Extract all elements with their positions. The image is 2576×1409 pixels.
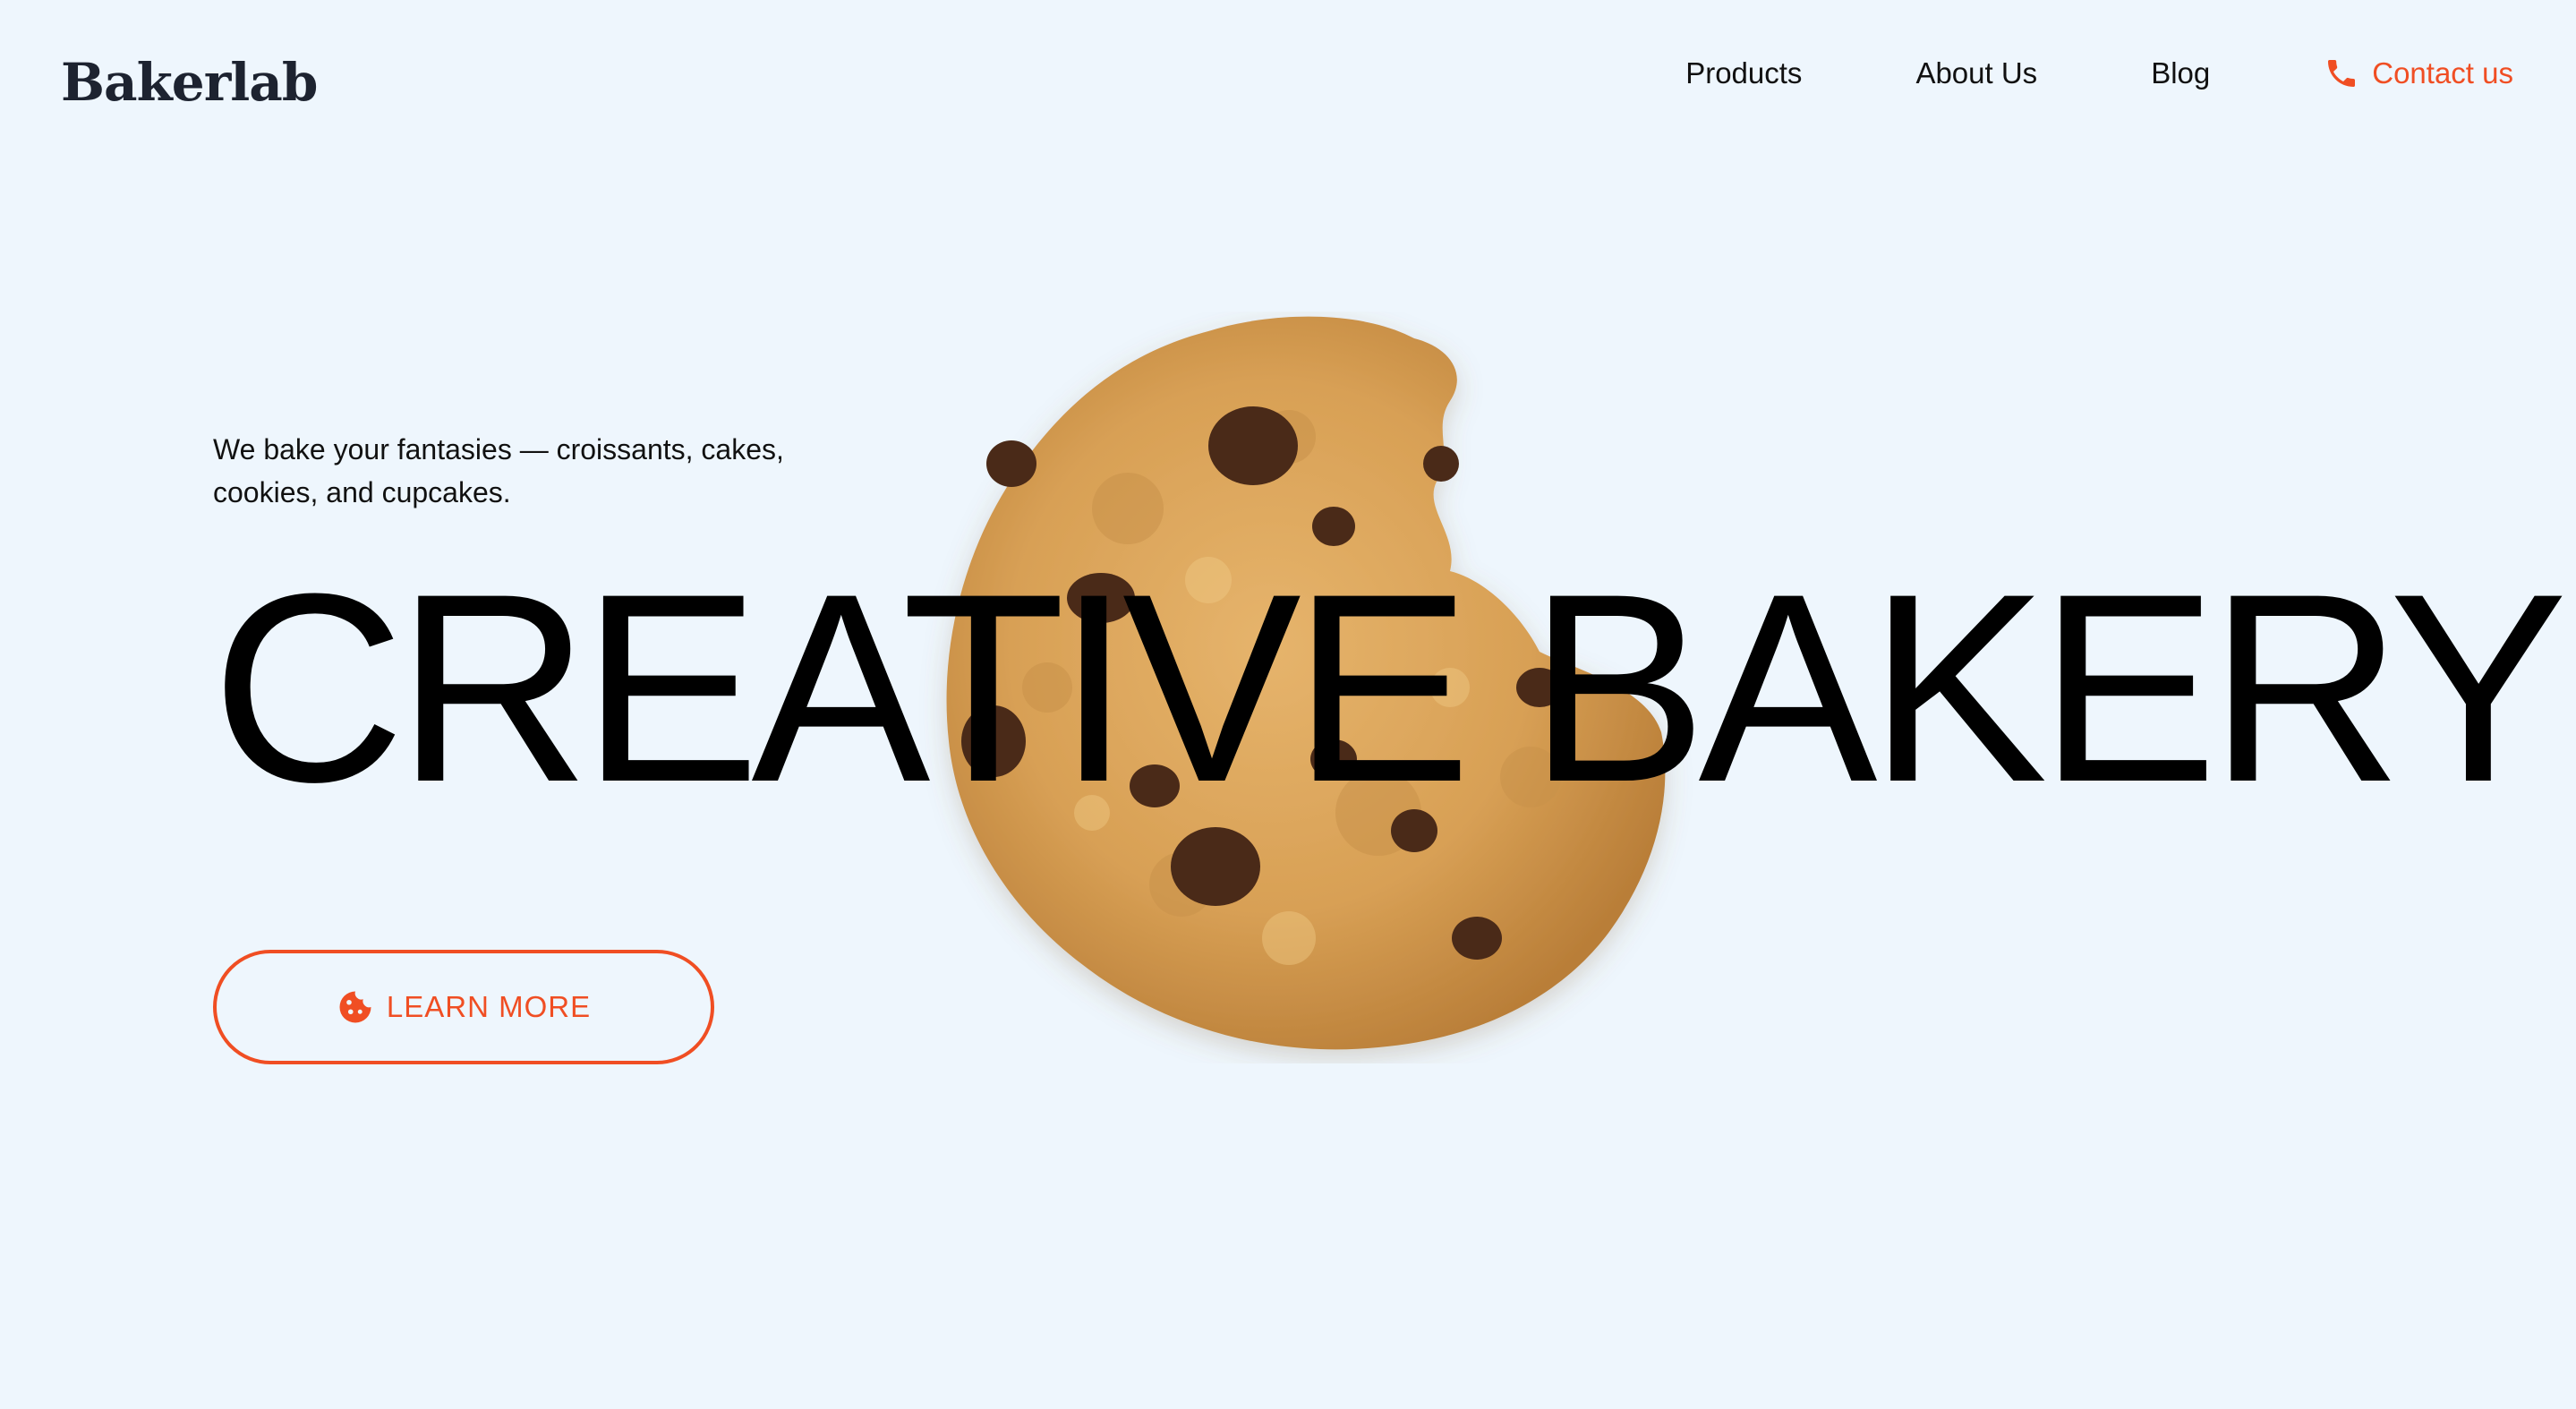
page: Bakerlab Products About Us Blog Contact … [0, 0, 2576, 1409]
nav-link-products[interactable]: Products [1685, 56, 1802, 90]
phone-icon [2328, 60, 2356, 87]
main-nav: Products About Us Blog Contact us [1685, 56, 2513, 91]
hero-headline: CREATIVE BAKERY [211, 537, 2568, 838]
nav-link-contact-us[interactable]: Contact us [2324, 56, 2513, 91]
learn-more-button[interactable]: LEARN MORE [213, 950, 714, 1064]
cookie-icon [339, 991, 371, 1023]
learn-more-label: LEARN MORE [386, 990, 592, 1023]
hero-tagline: We bake your fantasies — croissants, cak… [213, 433, 784, 508]
brand-logo[interactable]: Bakerlab [61, 52, 318, 113]
nav-link-about-us[interactable]: About Us [1915, 56, 2037, 90]
nav-link-blog[interactable]: Blog [2151, 56, 2210, 90]
contact-label: Contact us [2372, 56, 2513, 90]
